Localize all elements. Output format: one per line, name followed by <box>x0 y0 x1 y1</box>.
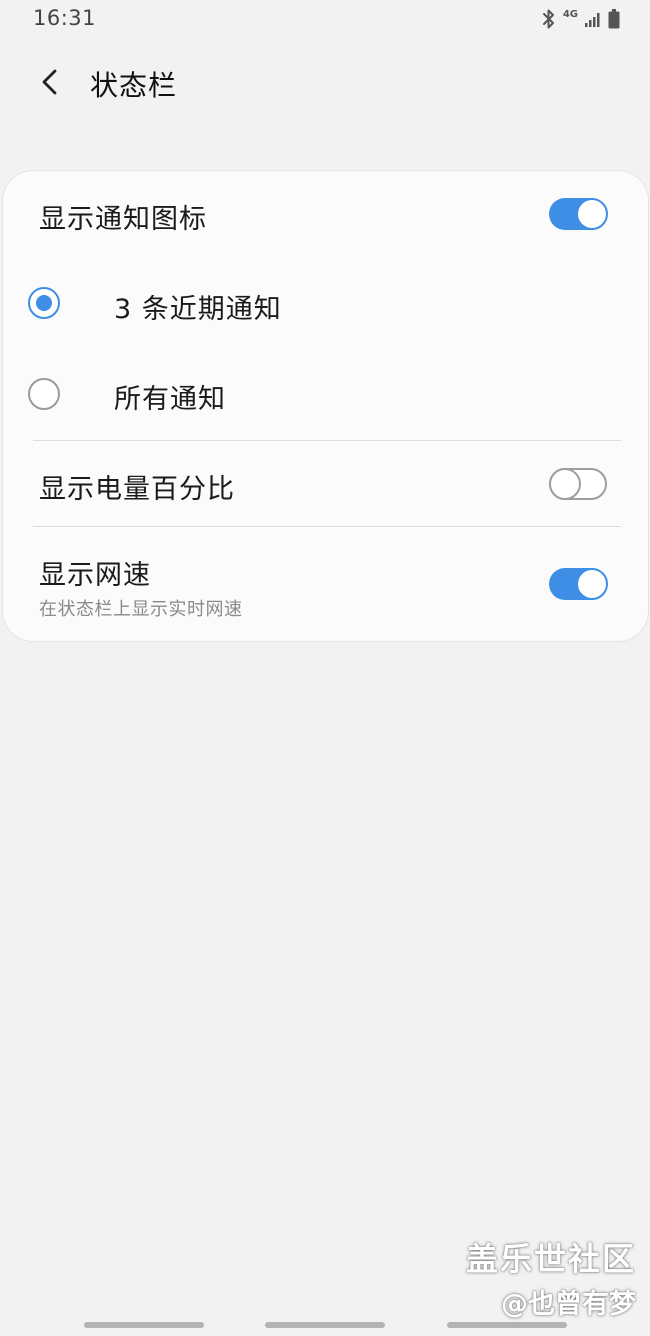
toggle-knob <box>549 468 581 500</box>
setting-label: 显示通知图标 <box>39 204 207 235</box>
status-icons: 4G <box>541 8 620 30</box>
nav-back-button[interactable] <box>447 1322 567 1328</box>
radio-option-all[interactable]: 所有通知 <box>3 349 648 441</box>
setting-row-notification-icons[interactable]: 显示通知图标 <box>3 171 648 257</box>
toggle-knob <box>576 198 608 230</box>
settings-card: 显示通知图标 3 条近期通知 所有通知 显示电量百分比 显示网速 在状态栏上显示… <box>3 171 648 641</box>
setting-row-battery-percent[interactable]: 显示电量百分比 <box>3 441 648 527</box>
battery-percent-toggle[interactable] <box>549 468 607 500</box>
network-type-label: 4G <box>562 9 578 20</box>
radio-button-selected[interactable] <box>28 287 60 319</box>
signal-icon <box>584 10 602 28</box>
setting-label: 显示电量百分比 <box>39 474 235 505</box>
chevron-left-icon <box>39 68 61 100</box>
watermark-author: @也曾有梦 <box>501 1289 636 1320</box>
network-speed-toggle[interactable] <box>549 568 608 600</box>
setting-label: 显示网速 <box>39 560 151 591</box>
navigation-bar <box>0 1318 650 1336</box>
back-button[interactable] <box>28 62 72 106</box>
radio-dot <box>36 295 52 311</box>
watermark-community: 盖乐世社区 <box>465 1240 636 1278</box>
page-title: 状态栏 <box>90 69 178 102</box>
radio-button-unselected[interactable] <box>28 378 60 410</box>
bluetooth-icon <box>541 8 557 30</box>
nav-home-button[interactable] <box>265 1322 385 1328</box>
setting-description: 在状态栏上显示实时网速 <box>39 599 243 620</box>
status-time: 16:31 <box>33 6 97 30</box>
status-bar: 16:31 4G <box>0 0 650 40</box>
battery-icon <box>608 9 620 29</box>
radio-label: 所有通知 <box>114 384 226 415</box>
app-header: 状态栏 <box>0 50 650 120</box>
radio-label: 3 条近期通知 <box>114 294 282 325</box>
setting-row-network-speed[interactable]: 显示网速 在状态栏上显示实时网速 <box>3 527 648 639</box>
toggle-knob <box>576 568 608 600</box>
nav-recents-button[interactable] <box>84 1322 204 1328</box>
radio-option-recent-3[interactable]: 3 条近期通知 <box>3 257 648 349</box>
notification-icons-toggle[interactable] <box>549 198 608 230</box>
